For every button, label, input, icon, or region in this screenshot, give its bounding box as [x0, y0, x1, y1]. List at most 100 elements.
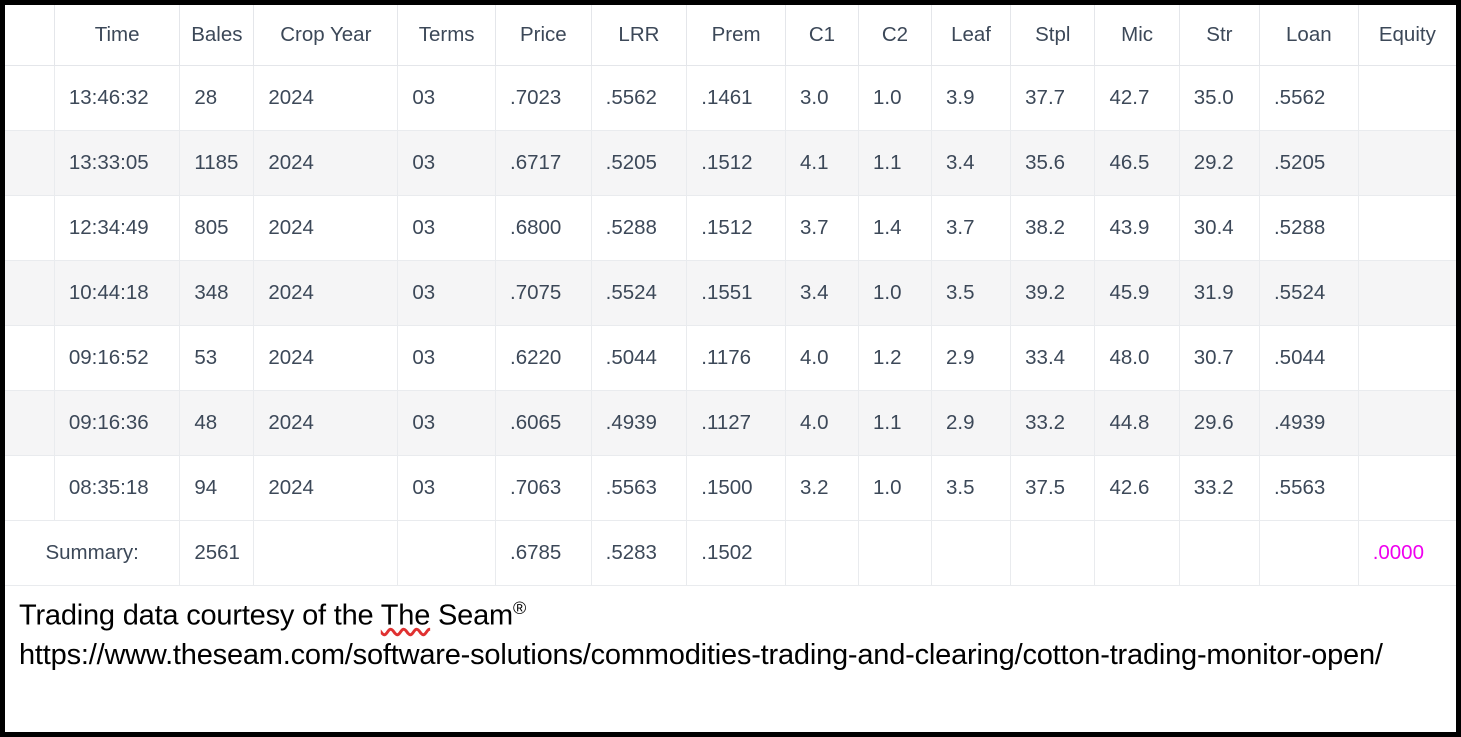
column-header-loan[interactable]: Loan — [1259, 5, 1359, 66]
attribution-url[interactable]: https://www.theseam.com/software-solutio… — [19, 636, 1442, 675]
table-body: 13:46:32 28 2024 03 .7023 .5562 .1461 3.… — [5, 65, 1456, 586]
column-header-crop-year[interactable]: Crop Year — [253, 5, 399, 66]
cell-c2: 1.0 — [858, 455, 932, 521]
column-header-stpl[interactable]: Stpl — [1010, 5, 1096, 66]
cell-str: 31.9 — [1179, 260, 1260, 326]
cell-bales: 1185 — [179, 130, 255, 196]
cell-terms: 03 — [397, 325, 496, 391]
cell-mic: 42.6 — [1094, 455, 1180, 521]
cell-time: 09:16:36 — [54, 390, 181, 456]
summary-c2 — [858, 520, 932, 586]
cell-crop-year: 2024 — [253, 65, 399, 131]
cell-bales: 94 — [179, 455, 255, 521]
cell-leaf: 3.5 — [931, 260, 1012, 326]
cell-mic: 43.9 — [1094, 195, 1180, 261]
table-row[interactable]: 08:35:18 94 2024 03 .7063 .5563 .1500 3.… — [5, 455, 1456, 521]
cell-time: 13:46:32 — [54, 65, 181, 131]
summary-row: Summary: 2561 .6785 .5283 .1502 .0000 — [5, 520, 1456, 586]
cell-equity — [1358, 65, 1456, 131]
column-header-str[interactable]: Str — [1179, 5, 1260, 66]
cell-price: .6220 — [495, 325, 592, 391]
registered-trademark-icon: ® — [512, 598, 527, 618]
attribution-the-word: The — [380, 599, 431, 632]
column-header-c1[interactable]: C1 — [785, 5, 859, 66]
cell-crop-year: 2024 — [253, 455, 399, 521]
cell-blank — [5, 65, 55, 131]
summary-prem: .1502 — [686, 520, 786, 586]
cell-loan: .5044 — [1259, 325, 1359, 391]
table-row[interactable]: 10:44:18 348 2024 03 .7075 .5524 .1551 3… — [5, 260, 1456, 326]
cell-str: 33.2 — [1179, 455, 1260, 521]
table-row[interactable]: 12:34:49 805 2024 03 .6800 .5288 .1512 3… — [5, 195, 1456, 261]
column-header-terms[interactable]: Terms — [397, 5, 496, 66]
summary-terms — [397, 520, 496, 586]
cell-price: .7075 — [495, 260, 592, 326]
table-header: Time Bales Crop Year Terms Price LRR Pre… — [5, 5, 1456, 66]
cell-str: 29.2 — [1179, 130, 1260, 196]
cell-equity — [1358, 130, 1456, 196]
summary-lrr: .5283 — [591, 520, 688, 586]
cell-crop-year: 2024 — [253, 195, 399, 261]
cell-c2: 1.1 — [858, 130, 932, 196]
cell-terms: 03 — [397, 390, 496, 456]
cell-c1: 3.4 — [785, 260, 859, 326]
cell-equity — [1358, 195, 1456, 261]
summary-mic — [1094, 520, 1180, 586]
column-header-price[interactable]: Price — [495, 5, 592, 66]
cell-blank — [5, 455, 55, 521]
cell-lrr: .5563 — [591, 455, 688, 521]
summary-c1 — [785, 520, 859, 586]
cell-equity — [1358, 390, 1456, 456]
attribution-suffix: Seam — [430, 599, 513, 632]
table-row[interactable]: 09:16:36 48 2024 03 .6065 .4939 .1127 4.… — [5, 390, 1456, 456]
table-row[interactable]: 09:16:52 53 2024 03 .6220 .5044 .1176 4.… — [5, 325, 1456, 391]
cell-stpl: 33.4 — [1010, 325, 1096, 391]
column-header-equity[interactable]: Equity — [1358, 5, 1456, 66]
cell-bales: 53 — [179, 325, 255, 391]
cell-mic: 45.9 — [1094, 260, 1180, 326]
cell-time: 10:44:18 — [54, 260, 181, 326]
cell-loan: .5562 — [1259, 65, 1359, 131]
trading-table-container: Time Bales Crop Year Terms Price LRR Pre… — [5, 5, 1456, 586]
column-header-leaf[interactable]: Leaf — [931, 5, 1012, 66]
cell-mic: 46.5 — [1094, 130, 1180, 196]
table-row[interactable]: 13:33:05 1185 2024 03 .6717 .5205 .1512 … — [5, 130, 1456, 196]
column-header-mic[interactable]: Mic — [1094, 5, 1180, 66]
cell-terms: 03 — [397, 455, 496, 521]
column-header-c2[interactable]: C2 — [858, 5, 932, 66]
cell-prem: .1127 — [686, 390, 786, 456]
cell-c1: 3.7 — [785, 195, 859, 261]
table-row[interactable]: 13:46:32 28 2024 03 .7023 .5562 .1461 3.… — [5, 65, 1456, 131]
column-header-blank[interactable] — [5, 5, 55, 66]
column-header-lrr[interactable]: LRR — [591, 5, 688, 66]
cell-crop-year: 2024 — [253, 390, 399, 456]
summary-stpl — [1010, 520, 1096, 586]
cell-blank — [5, 130, 55, 196]
cell-lrr: .5524 — [591, 260, 688, 326]
cell-loan: .5563 — [1259, 455, 1359, 521]
cell-leaf: 3.7 — [931, 195, 1012, 261]
column-header-bales[interactable]: Bales — [179, 5, 255, 66]
cell-bales: 28 — [179, 65, 255, 131]
cell-blank — [5, 260, 55, 326]
attribution-line: Trading data courtesy of the The Seam® — [19, 596, 1442, 636]
cotton-trades-table: Time Bales Crop Year Terms Price LRR Pre… — [5, 5, 1456, 586]
cell-equity — [1358, 455, 1456, 521]
cell-terms: 03 — [397, 130, 496, 196]
cell-bales: 348 — [179, 260, 255, 326]
footer-attribution: Trading data courtesy of the The Seam® h… — [5, 586, 1456, 684]
cell-loan: .5288 — [1259, 195, 1359, 261]
cell-c2: 1.4 — [858, 195, 932, 261]
cell-lrr: .4939 — [591, 390, 688, 456]
cell-lrr: .5288 — [591, 195, 688, 261]
cell-price: .6717 — [495, 130, 592, 196]
cell-loan: .4939 — [1259, 390, 1359, 456]
cell-mic: 42.7 — [1094, 65, 1180, 131]
column-header-time[interactable]: Time — [54, 5, 181, 66]
cell-c1: 3.0 — [785, 65, 859, 131]
cell-price: .6800 — [495, 195, 592, 261]
column-header-prem[interactable]: Prem — [686, 5, 786, 66]
cell-bales: 48 — [179, 390, 255, 456]
summary-str — [1179, 520, 1260, 586]
cell-bales: 805 — [179, 195, 255, 261]
